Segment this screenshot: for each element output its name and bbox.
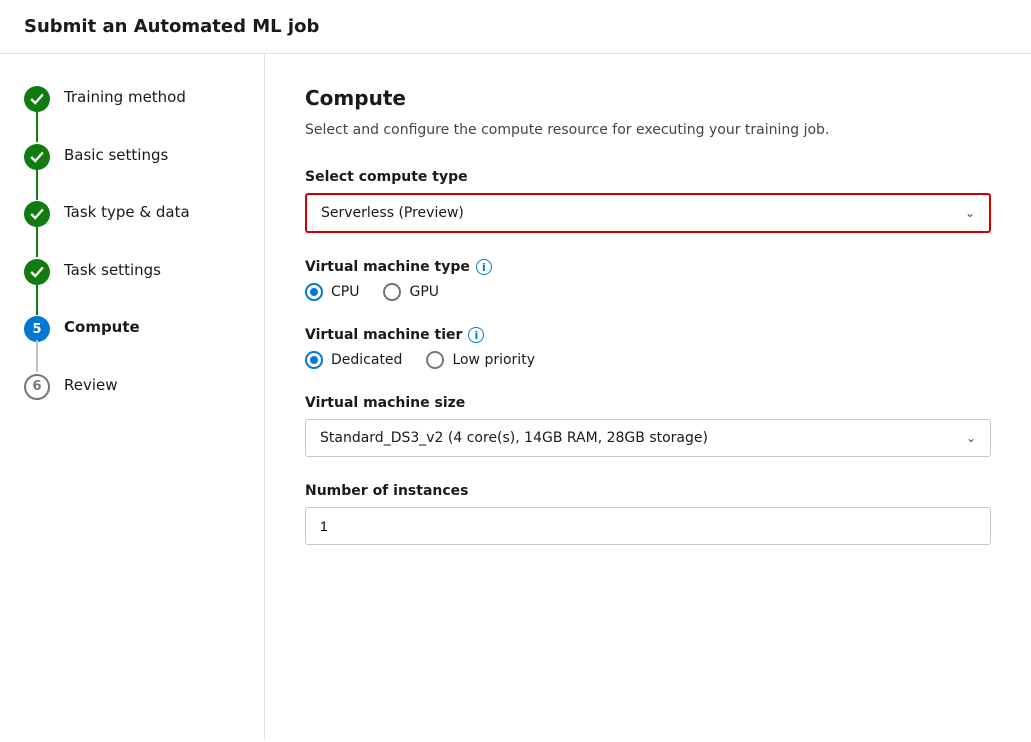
radio-cpu-label: CPU: [331, 284, 359, 300]
radio-gpu-label: GPU: [409, 284, 439, 300]
sidebar: Training method Basic settings: [0, 54, 265, 739]
step-number-compute: 5: [32, 322, 41, 337]
compute-type-dropdown[interactable]: Serverless (Preview) ⌄: [305, 193, 991, 233]
checkmark-icon: [30, 150, 44, 164]
chevron-down-icon-2: ⌄: [966, 431, 976, 445]
vm-tier-info-icon: i: [468, 327, 484, 343]
step-label-compute: Compute: [64, 308, 140, 366]
radio-cpu[interactable]: CPU: [305, 283, 359, 301]
section-description: Select and configure the compute resourc…: [305, 120, 991, 141]
sidebar-item-task-type-data[interactable]: Task type & data: [0, 193, 264, 251]
compute-type-value: Serverless (Preview): [321, 205, 464, 221]
step-label-basic-settings: Basic settings: [64, 136, 168, 194]
radio-gpu[interactable]: GPU: [383, 283, 439, 301]
step-icon-task-type-data: [24, 201, 50, 227]
main-content: Compute Select and configure the compute…: [265, 54, 1031, 739]
radio-cpu-inner: [310, 288, 318, 296]
num-instances-input[interactable]: [305, 507, 991, 545]
radio-low-priority-label: Low priority: [452, 352, 535, 368]
step-label-training-method: Training method: [64, 78, 186, 136]
radio-dedicated[interactable]: Dedicated: [305, 351, 402, 369]
sidebar-item-review[interactable]: 6 Review: [0, 366, 264, 424]
step-icon-wrap-2: [24, 136, 50, 170]
step-icon-training-method: [24, 86, 50, 112]
vm-type-label: Virtual machine type i: [305, 259, 991, 275]
step-icon-wrap-4: [24, 251, 50, 285]
page-title: Submit an Automated ML job: [24, 16, 319, 37]
radio-dedicated-outer: [305, 351, 323, 369]
vm-size-value: Standard_DS3_v2 (4 core(s), 14GB RAM, 28…: [320, 430, 708, 446]
radio-dedicated-inner: [310, 356, 318, 364]
checkmark-icon: [30, 265, 44, 279]
step-list: Training method Basic settings: [0, 78, 264, 423]
step-icon-basic-settings: [24, 144, 50, 170]
vm-type-radio-group: CPU GPU: [305, 283, 991, 301]
radio-dedicated-label: Dedicated: [331, 352, 402, 368]
vm-tier-radio-group: Dedicated Low priority: [305, 351, 991, 369]
checkmark-icon: [30, 92, 44, 106]
sidebar-item-basic-settings[interactable]: Basic settings: [0, 136, 264, 194]
vm-size-label: Virtual machine size: [305, 395, 991, 411]
step-icon-wrap-1: [24, 78, 50, 112]
step-label-review: Review: [64, 366, 118, 424]
page-header: Submit an Automated ML job: [0, 0, 1031, 54]
section-title: Compute: [305, 86, 991, 110]
step-icon-review: 6: [24, 374, 50, 400]
compute-type-label: Select compute type: [305, 169, 991, 185]
sidebar-item-compute[interactable]: 5 Compute: [0, 308, 264, 366]
step-icon-task-settings: [24, 259, 50, 285]
vm-size-dropdown[interactable]: Standard_DS3_v2 (4 core(s), 14GB RAM, 28…: [305, 419, 991, 457]
step-icon-wrap-3: [24, 193, 50, 227]
sidebar-item-training-method[interactable]: Training method: [0, 78, 264, 136]
step-icon-compute: 5: [24, 316, 50, 342]
vm-type-info-icon: i: [476, 259, 492, 275]
sidebar-item-task-settings[interactable]: Task settings: [0, 251, 264, 309]
radio-low-priority-outer: [426, 351, 444, 369]
num-instances-label: Number of instances: [305, 483, 991, 499]
main-layout: Training method Basic settings: [0, 54, 1031, 739]
radio-low-priority[interactable]: Low priority: [426, 351, 535, 369]
step-number-review: 6: [32, 379, 41, 394]
step-icon-wrap-6: 6: [24, 366, 50, 400]
checkmark-icon: [30, 207, 44, 221]
step-icon-wrap-5: 5: [24, 308, 50, 342]
chevron-down-icon: ⌄: [965, 206, 975, 220]
radio-gpu-outer: [383, 283, 401, 301]
radio-cpu-outer: [305, 283, 323, 301]
step-label-task-type-data: Task type & data: [64, 193, 190, 251]
vm-tier-label: Virtual machine tier i: [305, 327, 991, 343]
step-label-task-settings: Task settings: [64, 251, 161, 309]
